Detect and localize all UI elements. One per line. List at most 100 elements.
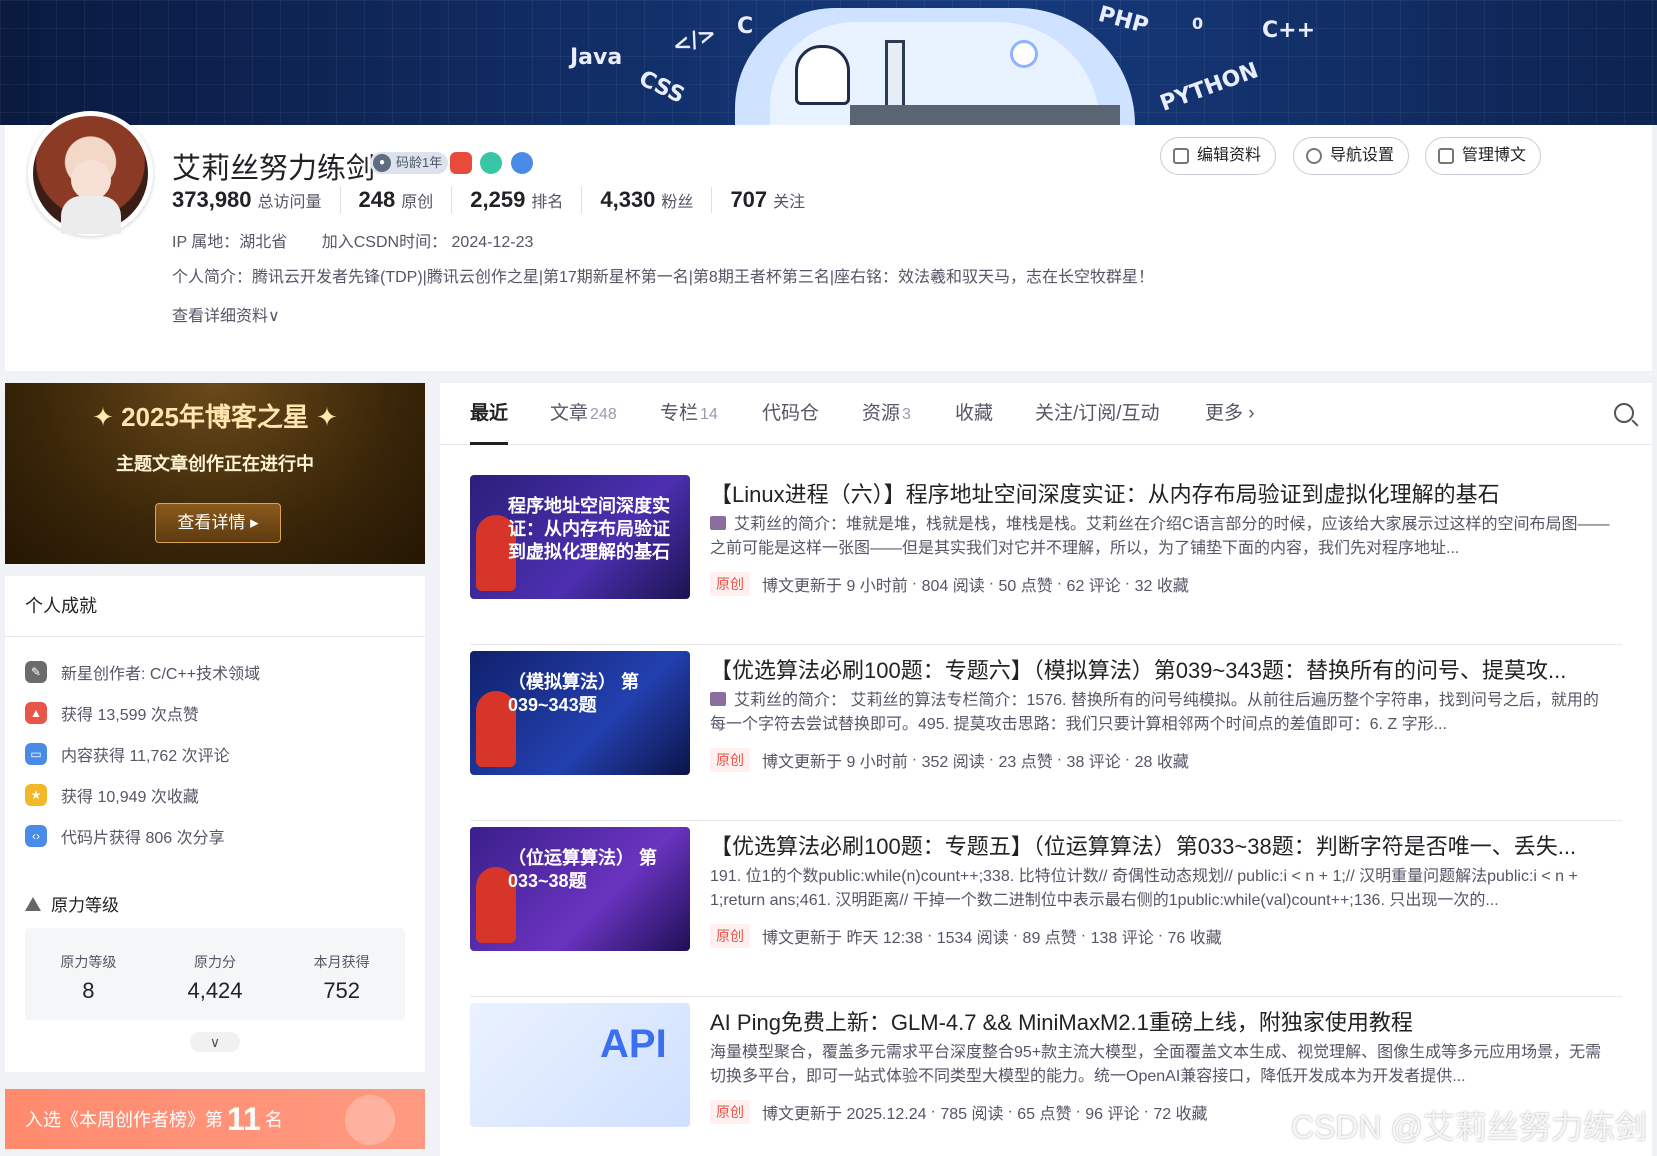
article-desc-text: 艾莉丝的简介： 艾莉丝的算法专栏简介：1576. 替换所有的问号纯模拟。从前往后…	[710, 692, 1599, 733]
view-details-link[interactable]: 查看详细资料∨	[172, 302, 280, 326]
stat-original[interactable]: 248 原创	[359, 187, 453, 213]
blog-star-promo[interactable]: ✦ 2025年博客之星 ✦ 主题文章创作正在进行中 查看详情 ▸	[5, 383, 425, 564]
article-title[interactable]: 【优选算法必刷100题：专题五】（位运算算法）第033~38题：判断字符是否唯一…	[710, 829, 1610, 861]
stat-following-label: 关注	[773, 194, 806, 211]
tab-resources[interactable]: 资源 3	[862, 383, 911, 445]
tab-label: 资源	[862, 403, 901, 424]
stat-visits-label: 总访问量	[257, 194, 322, 211]
article-thumbnail[interactable]: （模拟算法） 第039~343题	[470, 651, 690, 775]
nav-settings-button[interactable]: 导航设置	[1293, 137, 1410, 175]
banner-programmer-figure	[795, 45, 850, 105]
creator-badge-icon[interactable]	[480, 152, 502, 174]
article-item[interactable]: （模拟算法） 第039~343题 【优选算法必刷100题：专题六】（模拟算法）第…	[470, 651, 1622, 821]
stat-original-label: 原创	[401, 194, 434, 211]
rank-decoration-icon	[345, 1095, 395, 1145]
article-meta: 原创 博文更新于 9 小时前 · 804 阅读 · 50 点赞 · 62 评论 · 32…	[710, 572, 1193, 596]
weekly-rank-banner[interactable]: 入选《本周创作者榜》第 11 名	[5, 1089, 425, 1149]
main-content: 最近 文章 248 专栏 14 代码仓 资源 3 收藏 关注/订阅/互动 更多 › 程…	[440, 383, 1652, 1156]
tab-count: 3	[902, 406, 911, 423]
rank-suffix: 名	[264, 1110, 283, 1130]
force-score-value: 4,424	[187, 978, 243, 1003]
original-tag: 原创	[710, 1100, 750, 1124]
rank-number: 11	[227, 1101, 261, 1137]
article-desc-text: 海量模型聚合，覆盖多元需求平台深度整合95+款主流大模型，全面覆盖文本生成、视觉…	[710, 1044, 1602, 1085]
banner-c-text: C	[737, 14, 754, 39]
achievement-item: ▲ 获得 13,599 次点赞	[25, 701, 199, 725]
star-icon: ★	[25, 784, 47, 806]
article-reads: 804 阅读	[921, 578, 985, 595]
tab-columns[interactable]: 专栏 14	[660, 383, 718, 445]
article-likes: 23 点赞	[998, 754, 1053, 771]
nav-settings-label: 导航设置	[1330, 147, 1395, 164]
tab-articles[interactable]: 文章 248	[550, 383, 617, 445]
thumb-up-icon: ▲	[25, 702, 47, 724]
thumbnail-text: （模拟算法） 第039~343题	[508, 672, 640, 715]
promo-title: ✦ 2025年博客之星 ✦	[92, 402, 338, 432]
article-updated: 博文更新于 9 小时前	[762, 754, 908, 771]
article-title[interactable]: 【Linux进程（六）】程序地址空间深度实证：从内存布局验证到虚拟化理解的基石	[710, 477, 1610, 509]
article-item[interactable]: （位运算算法） 第033~38题 【优选算法必刷100题：专题五】（位运算算法）…	[470, 827, 1622, 997]
tab-more[interactable]: 更多 ›	[1205, 383, 1255, 445]
article-title[interactable]: AI Ping免费上新：GLM-4.7 && MiniMaxM2.1重磅上线，附…	[710, 1005, 1610, 1037]
article-favs: 76 收藏	[1167, 930, 1222, 947]
tab-count: 14	[700, 406, 718, 423]
article-comments: 62 评论	[1066, 578, 1121, 595]
avatar-body	[61, 196, 121, 234]
article-updated: 博文更新于 2025.12.24	[762, 1106, 927, 1123]
thumbnail-text: （位运算算法） 第033~38题	[508, 848, 658, 891]
banner-cpp-text: C++	[1262, 18, 1316, 43]
tab-code-repo[interactable]: 代码仓	[762, 383, 819, 445]
rank-prefix: 入选《本周创作者榜》第	[25, 1110, 223, 1130]
force-score-col: 原力分 4,424	[152, 928, 279, 1020]
ip-location: IP 属地：湖北省	[172, 234, 288, 251]
article-updated: 博文更新于 9 小时前	[762, 578, 908, 595]
tab-label: 收藏	[955, 403, 994, 424]
stat-fans-label: 粉丝	[661, 194, 694, 211]
monthly-gain-key: 本月获得	[313, 954, 370, 970]
banner-zero-text: 0	[1192, 14, 1204, 33]
article-thumbnail[interactable]: （位运算算法） 第033~38题	[470, 827, 690, 951]
monthly-gain-value: 752	[323, 978, 361, 1003]
comment-icon: ▭	[25, 743, 47, 765]
stat-fans[interactable]: 4,330 粉丝	[600, 187, 713, 213]
article-desc: 艾莉丝的简介：堆就是堆，栈就是栈，堆栈是栈。艾莉丝在介绍C语言部分的时候，应该给…	[710, 513, 1610, 561]
gender-badge-icon[interactable]	[511, 152, 533, 174]
article-desc: 海量模型聚合，覆盖多元需求平台深度整合95+款主流大模型，全面覆盖文本生成、视觉…	[710, 1041, 1610, 1089]
article-comments: 138 评论	[1090, 930, 1154, 947]
stat-following[interactable]: 707 关注	[730, 187, 823, 213]
manage-posts-label: 管理博文	[1462, 147, 1527, 164]
article-reads: 785 阅读	[940, 1106, 1004, 1123]
tab-favorites[interactable]: 收藏	[955, 383, 993, 445]
article-desc: 艾莉丝的简介： 艾莉丝的算法专栏简介：1576. 替换所有的问号纯模拟。从前往后…	[710, 689, 1610, 737]
edit-profile-button[interactable]: 编辑资料	[1160, 137, 1277, 175]
article-favs: 32 收藏	[1134, 578, 1189, 595]
hot-badge-icon[interactable]	[450, 152, 472, 174]
banner-java-text: Java	[570, 45, 623, 70]
stat-rank[interactable]: 2,259 排名	[470, 187, 583, 213]
code-age-badge[interactable]: ● 码龄1年	[370, 152, 449, 174]
manage-posts-button[interactable]: 管理博文	[1425, 137, 1542, 175]
tab-label: 更多 ›	[1205, 403, 1255, 424]
tab-label: 最近	[470, 403, 509, 424]
username: 艾莉丝努力练剑	[172, 153, 376, 185]
promo-details-button[interactable]: 查看详情 ▸	[155, 503, 281, 543]
article-comments: 96 评论	[1085, 1106, 1140, 1123]
stat-visits[interactable]: 373,980 总访问量	[172, 187, 341, 213]
stat-following-value: 707	[730, 187, 768, 212]
code-age-icon: ●	[373, 154, 391, 172]
expand-chevron-button[interactable]: ∨	[190, 1032, 240, 1052]
article-title[interactable]: 【优选算法必刷100题：专题六】（模拟算法）第039~343题：替换所有的问号、…	[710, 653, 1610, 685]
article-desc: 191. 位1的个数public:while(n)count++;338. 比特…	[710, 865, 1610, 913]
force-level-key: 原力等级	[60, 954, 117, 970]
tab-follow-subscribe[interactable]: 关注/订阅/互动	[1035, 383, 1160, 445]
csdn-watermark: CSDN @艾莉丝努力练剑	[1290, 1109, 1647, 1145]
article-favs: 72 收藏	[1153, 1106, 1208, 1123]
tab-recent[interactable]: 最近	[470, 383, 509, 445]
force-score-key: 原力分	[194, 954, 236, 970]
avatar[interactable]	[28, 111, 153, 236]
article-thumbnail[interactable]: 程序地址空间深度实证：从内存布局验证到虚拟化理解的基石	[470, 475, 690, 599]
search-icon[interactable]	[1614, 403, 1634, 423]
article-thumbnail[interactable]: API	[470, 1003, 690, 1127]
article-item[interactable]: 程序地址空间深度实证：从内存布局验证到虚拟化理解的基石 【Linux进程（六）】…	[470, 475, 1622, 645]
force-level-col: 原力等级 8	[25, 928, 152, 1020]
